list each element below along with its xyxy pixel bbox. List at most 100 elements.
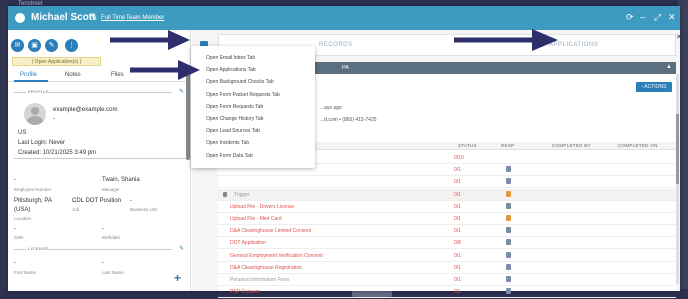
job-label: Job bbox=[72, 207, 80, 212]
table-row[interactable]: Personal Information Form 0/1 bbox=[218, 274, 676, 286]
responsibility-icon bbox=[506, 178, 511, 185]
minimize-icon[interactable]: – bbox=[640, 12, 645, 22]
tab-records[interactable]: RECORDS bbox=[319, 42, 353, 48]
avatar bbox=[15, 13, 25, 23]
tab-notes[interactable]: Notes bbox=[65, 72, 81, 78]
ssn-label: SSN bbox=[14, 235, 24, 240]
menu-item[interactable]: Open Email Inbox Tab bbox=[206, 55, 255, 61]
active-tab-indicator bbox=[14, 80, 48, 82]
business-unit-label: Business Unit bbox=[130, 207, 158, 212]
collapse-icon[interactable]: ▲ bbox=[666, 64, 672, 70]
panel-title: PA bbox=[342, 65, 349, 71]
task-status: 0/1 bbox=[454, 264, 461, 271]
task-name[interactable]: PSP Consent bbox=[230, 289, 260, 295]
manager-label: Manager bbox=[102, 187, 120, 192]
employee-number-label: Employee Number bbox=[14, 187, 52, 192]
message-icon[interactable]: ▣ bbox=[28, 39, 41, 52]
task-name[interactable]: General Employment Verification Consent bbox=[230, 253, 323, 259]
employment-type-link[interactable]: Full Time bbox=[101, 15, 125, 21]
actions-button[interactable]: › ACTIONS bbox=[636, 82, 672, 92]
created-date: Created: 10/21/2025 3:49 pm bbox=[18, 150, 97, 156]
info-line-2: ...d.com • (865) 415-7425 bbox=[320, 117, 377, 123]
table-row[interactable]: General Employment Verification Consent 0… bbox=[218, 250, 676, 262]
background-sidebar bbox=[0, 0, 8, 299]
column-resp: RESP bbox=[501, 143, 515, 148]
task-status: 0/1 bbox=[454, 216, 461, 222]
responsibility-icon bbox=[506, 190, 511, 197]
add-button[interactable]: + bbox=[174, 271, 181, 285]
table-row[interactable]: Trigger 0/1 bbox=[218, 188, 676, 201]
main-scrollbar-thumb[interactable] bbox=[676, 114, 679, 184]
menu-item[interactable]: Open Lead Sources Tab bbox=[206, 128, 260, 134]
close-tab-icon[interactable]: ✕ bbox=[676, 33, 682, 41]
first-name-value: - bbox=[14, 260, 16, 266]
responsibility-icon bbox=[506, 263, 511, 270]
sidebar-scrollbar[interactable] bbox=[186, 70, 190, 160]
role-link[interactable]: Team Member bbox=[126, 15, 164, 21]
task-name[interactable]: Upload File - Med Card bbox=[230, 216, 282, 222]
job-value: CDL DOT Position bbox=[72, 198, 122, 204]
last-name-label: Last Name bbox=[102, 270, 124, 275]
tab-files[interactable]: Files bbox=[111, 72, 124, 78]
manager-value: Twain, Shania bbox=[102, 177, 140, 183]
divider bbox=[14, 158, 186, 159]
first-name-label: First Name bbox=[14, 270, 37, 275]
employee-name: Michael Scott bbox=[31, 12, 96, 23]
task-status: 0/1 bbox=[454, 167, 461, 174]
table-row[interactable]: 0/1 bbox=[218, 176, 676, 189]
birthdate-label: Birthdate bbox=[102, 235, 121, 240]
task-name[interactable]: Trigger bbox=[234, 192, 250, 198]
responsibility-icon bbox=[506, 202, 511, 209]
edit-profile-icon[interactable]: ✎ bbox=[179, 88, 184, 95]
expand-icon[interactable]: ⤢ bbox=[654, 12, 661, 23]
table-row[interactable]: PSP Consent 0/1 bbox=[218, 286, 676, 299]
close-icon[interactable]: ✕ bbox=[668, 12, 676, 23]
menu-item[interactable]: Open Form Packet Requests Tab bbox=[206, 92, 280, 98]
lock-icon bbox=[223, 191, 227, 197]
business-unit-value: - bbox=[130, 198, 132, 204]
license-section-header: LICENSE ✎ bbox=[14, 246, 184, 252]
task-name[interactable]: D&A Clearinghouse Registration bbox=[230, 265, 302, 271]
menu-item[interactable]: Open Change History Tab bbox=[206, 116, 263, 122]
menu-item[interactable]: Open Background Checks Tab bbox=[206, 79, 274, 85]
menu-item[interactable]: Open Form Requests Tab bbox=[206, 104, 263, 110]
refresh-icon[interactable]: ⟳ bbox=[626, 12, 634, 23]
location-value: Pittsburgh, PA bbox=[14, 198, 52, 204]
pencil-icon[interactable]: ✎ bbox=[45, 39, 58, 52]
modal-titlebar: Michael Scott ✎ Full Time Team Member ⟳ … bbox=[8, 6, 680, 30]
menu-item[interactable]: Open Form Data Tab bbox=[206, 153, 253, 159]
responsibility-icon bbox=[506, 166, 511, 173]
open-applications-badge[interactable]: ( Open Application(s) ) bbox=[12, 57, 101, 66]
task-name[interactable]: D&A Clearinghouse Limited Consent bbox=[230, 228, 311, 234]
more-options-icon[interactable]: ⋮ bbox=[65, 39, 78, 52]
task-name[interactable]: Personal Information Form bbox=[230, 277, 289, 283]
profile-avatar bbox=[24, 103, 46, 125]
edit-license-icon[interactable]: ✎ bbox=[179, 245, 184, 252]
table-row[interactable]: D&A Clearinghouse Limited Consent 0/1 bbox=[218, 225, 676, 238]
profile-section-header: PROFILE ✎ bbox=[14, 89, 184, 95]
location-label: Location bbox=[14, 216, 32, 221]
email-icon[interactable]: ✉ bbox=[11, 39, 24, 52]
table-row[interactable]: D&A Clearinghouse Registration 0/1 bbox=[218, 262, 676, 274]
responsibility-icon bbox=[506, 288, 511, 295]
table-row[interactable]: DOT Application 0/8 bbox=[218, 237, 676, 250]
info-line-1: ...ays ago bbox=[320, 105, 342, 111]
responsibility-icon bbox=[506, 215, 511, 221]
column-status: STATUS bbox=[458, 143, 477, 148]
last-name-value: - bbox=[102, 260, 104, 266]
responsibility-icon bbox=[506, 276, 511, 282]
task-status: 0/1 bbox=[454, 252, 461, 259]
table-row[interactable]: Upload File - Med Card 0/1 bbox=[218, 213, 676, 225]
menu-item[interactable]: Open Applications Tab bbox=[206, 67, 256, 73]
responsibility-icon bbox=[506, 251, 511, 258]
task-status: 0/8 bbox=[454, 240, 461, 247]
employee-modal: Michael Scott ✎ Full Time Team Member ⟳ … bbox=[8, 6, 682, 299]
task-name[interactable]: DOT Application bbox=[230, 240, 266, 246]
responsibility-icon bbox=[506, 227, 511, 234]
task-name[interactable]: Upload File - Drivers License bbox=[230, 204, 294, 210]
edit-pencil-icon[interactable]: ✎ bbox=[90, 12, 98, 23]
responsibility-icon bbox=[506, 239, 511, 246]
table-row[interactable]: Upload File - Drivers License 0/1 bbox=[218, 201, 676, 213]
tab-profile[interactable]: Profile bbox=[20, 72, 37, 78]
menu-item[interactable]: Open Incidents Tab bbox=[206, 140, 249, 146]
